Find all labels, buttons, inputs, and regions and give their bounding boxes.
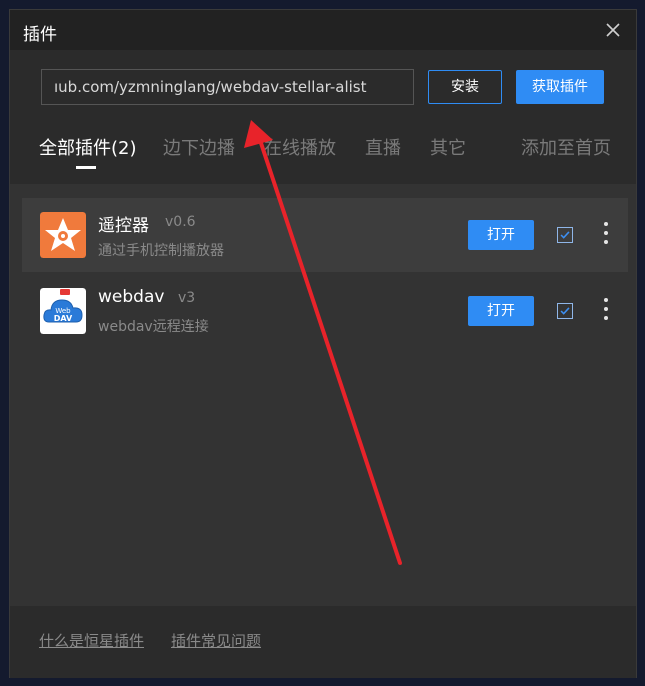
- get-plugins-button[interactable]: 获取插件: [516, 70, 604, 104]
- tab-all-plugins[interactable]: 全部插件(2): [39, 134, 137, 160]
- plugin-version: v0.6: [165, 214, 196, 230]
- plugin-dialog: 插件 ıub.com/yzmninglang/webdav-stellar-al…: [9, 9, 637, 678]
- close-icon[interactable]: [602, 19, 624, 41]
- open-button[interactable]: 打开: [468, 220, 534, 250]
- more-options-icon[interactable]: [602, 222, 610, 248]
- open-button[interactable]: 打开: [468, 296, 534, 326]
- list-item[interactable]: Web DAV webdav v3 webdav远程连接 打开: [22, 274, 628, 348]
- what-is-stellar-plugin-link[interactable]: 什么是恒星插件: [39, 630, 144, 651]
- active-tab-indicator: [76, 166, 96, 169]
- tab-stream-while-download[interactable]: 边下边播: [163, 134, 235, 160]
- tab-online-play[interactable]: 在线播放: [264, 134, 336, 160]
- enable-checkbox[interactable]: [557, 227, 573, 243]
- plugin-description: webdav远程连接: [98, 319, 209, 335]
- plugin-list: 遥控器 v0.6 通过手机控制播放器 打开 Web DAV webdav v3 …: [10, 184, 636, 606]
- plugin-faq-link[interactable]: 插件常见问题: [171, 630, 261, 651]
- tab-other[interactable]: 其它: [430, 134, 466, 160]
- plugin-url-input[interactable]: ıub.com/yzmninglang/webdav-stellar-alist: [41, 69, 414, 105]
- footer: 什么是恒星插件 插件常见问题: [10, 606, 636, 678]
- webdav-icon-text: DAV: [54, 314, 73, 323]
- add-to-home-link[interactable]: 添加至首页: [521, 134, 611, 160]
- more-options-icon[interactable]: [602, 298, 610, 324]
- title-bar: 插件: [10, 10, 636, 50]
- install-button[interactable]: 安装: [428, 70, 502, 104]
- list-item[interactable]: 遥控器 v0.6 通过手机控制播放器 打开: [22, 198, 628, 272]
- plugin-version: v3: [178, 290, 196, 306]
- enable-checkbox[interactable]: [557, 303, 573, 319]
- plugin-description: 通过手机控制播放器: [98, 243, 224, 259]
- webdav-cloud-icon: Web DAV: [40, 288, 86, 334]
- dialog-title: 插件: [23, 25, 57, 45]
- plugin-name: 遥控器: [98, 216, 149, 236]
- plugin-name: webdav: [98, 287, 165, 307]
- star-remote-icon: [40, 212, 86, 258]
- category-tabs: 全部插件(2) 边下边播 在线播放 直播 其它 添加至首页: [10, 134, 636, 170]
- tab-live[interactable]: 直播: [365, 134, 401, 160]
